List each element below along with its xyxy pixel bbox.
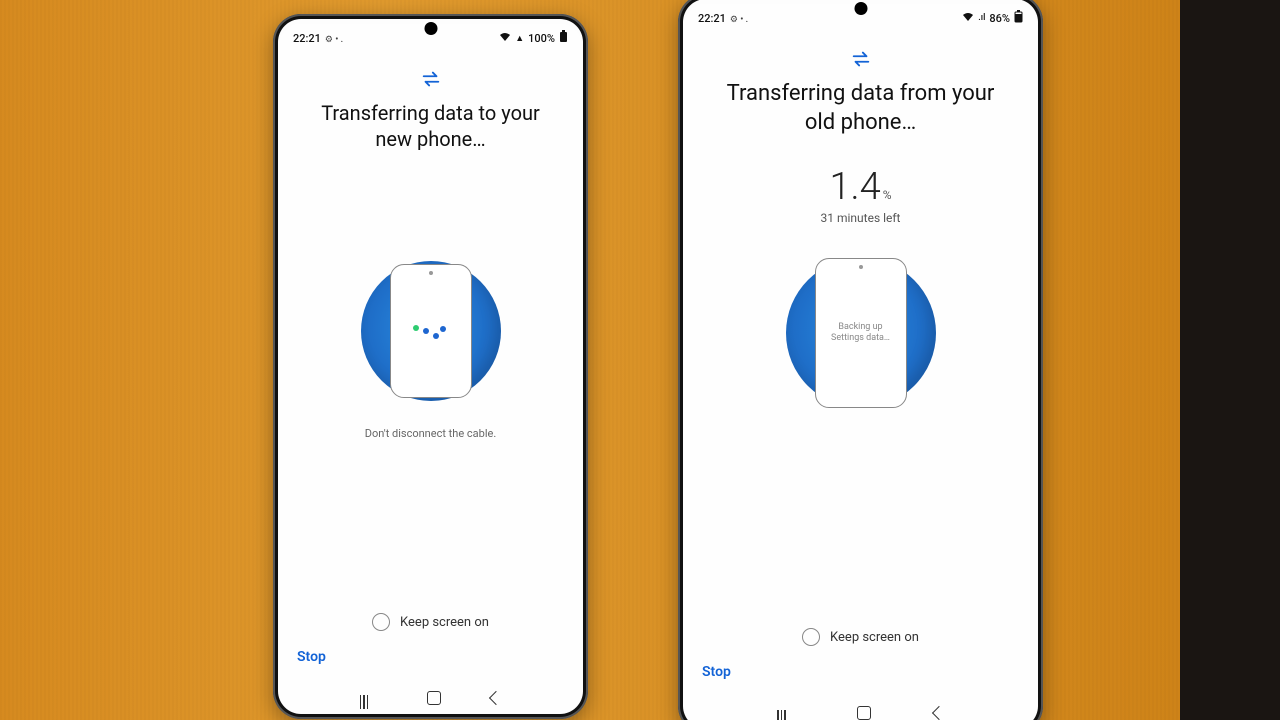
- keep-screen-on-label: Keep screen on: [400, 615, 489, 630]
- battery-text: 100%: [528, 32, 555, 45]
- keep-screen-on-toggle[interactable]: Keep screen on: [279, 613, 582, 631]
- stop-button[interactable]: Stop: [297, 649, 326, 665]
- nav-back-icon[interactable]: [932, 706, 946, 720]
- status-indicators-icon: [325, 32, 343, 45]
- progress-readout: 1.4% 31 minutes left: [684, 165, 1037, 225]
- keep-screen-on-label: Keep screen on: [830, 630, 919, 645]
- page-title: Transferring data to your new phone…: [279, 100, 582, 152]
- front-camera: [854, 2, 867, 15]
- wifi-icon: [499, 32, 511, 45]
- transfer-graphic: [348, 248, 513, 413]
- device-illustration-icon: [390, 264, 472, 398]
- time-remaining: 31 minutes left: [684, 211, 1037, 225]
- stop-button[interactable]: Stop: [702, 664, 731, 680]
- new-phone-device: 22:21 .ıl 86% Transferring data from you…: [678, 0, 1043, 720]
- nav-home-icon[interactable]: [857, 706, 871, 720]
- transfer-graphic: Backing up Settings data…: [771, 243, 951, 423]
- nav-home-icon[interactable]: [427, 691, 441, 705]
- old-phone-device: 22:21 ▲ 100% Transferring data to your n…: [273, 14, 588, 719]
- transfer-arrows-icon: [420, 68, 442, 90]
- new-phone-screen: 22:21 .ıl 86% Transferring data from you…: [684, 4, 1037, 720]
- status-time: 22:21: [293, 32, 321, 45]
- status-indicators-icon: [730, 12, 748, 25]
- hint-text: Don't disconnect the cable.: [279, 427, 582, 440]
- signal-icon: .ıl: [978, 13, 985, 23]
- radio-unchecked-icon[interactable]: [802, 628, 820, 646]
- nav-recents-icon[interactable]: [777, 710, 793, 716]
- device-illustration-icon: Backing up Settings data…: [815, 258, 907, 408]
- old-phone-screen: 22:21 ▲ 100% Transferring data to your n…: [279, 24, 582, 713]
- progress-percent-value: 1.4: [829, 165, 880, 209]
- battery-icon: [1014, 10, 1023, 26]
- android-nav-bar: [279, 691, 582, 705]
- keep-screen-on-toggle[interactable]: Keep screen on: [684, 628, 1037, 646]
- loading-dots-icon: [413, 328, 449, 334]
- nav-recents-icon[interactable]: [360, 695, 376, 701]
- backup-status-line2: Settings data…: [831, 333, 890, 345]
- front-camera: [424, 22, 437, 35]
- nav-back-icon[interactable]: [489, 691, 503, 705]
- progress-percent-unit: %: [883, 188, 892, 202]
- battery-text: 86%: [989, 12, 1010, 25]
- battery-icon: [559, 30, 568, 46]
- signal-icon: ▲: [515, 33, 524, 44]
- radio-unchecked-icon[interactable]: [372, 613, 390, 631]
- wifi-icon: [962, 12, 974, 25]
- page-title: Transferring data from your old phone…: [684, 80, 1037, 137]
- android-nav-bar: [684, 706, 1037, 720]
- status-time: 22:21: [698, 12, 726, 25]
- transfer-arrows-icon: [850, 48, 872, 70]
- backup-status-line1: Backing up: [838, 322, 882, 334]
